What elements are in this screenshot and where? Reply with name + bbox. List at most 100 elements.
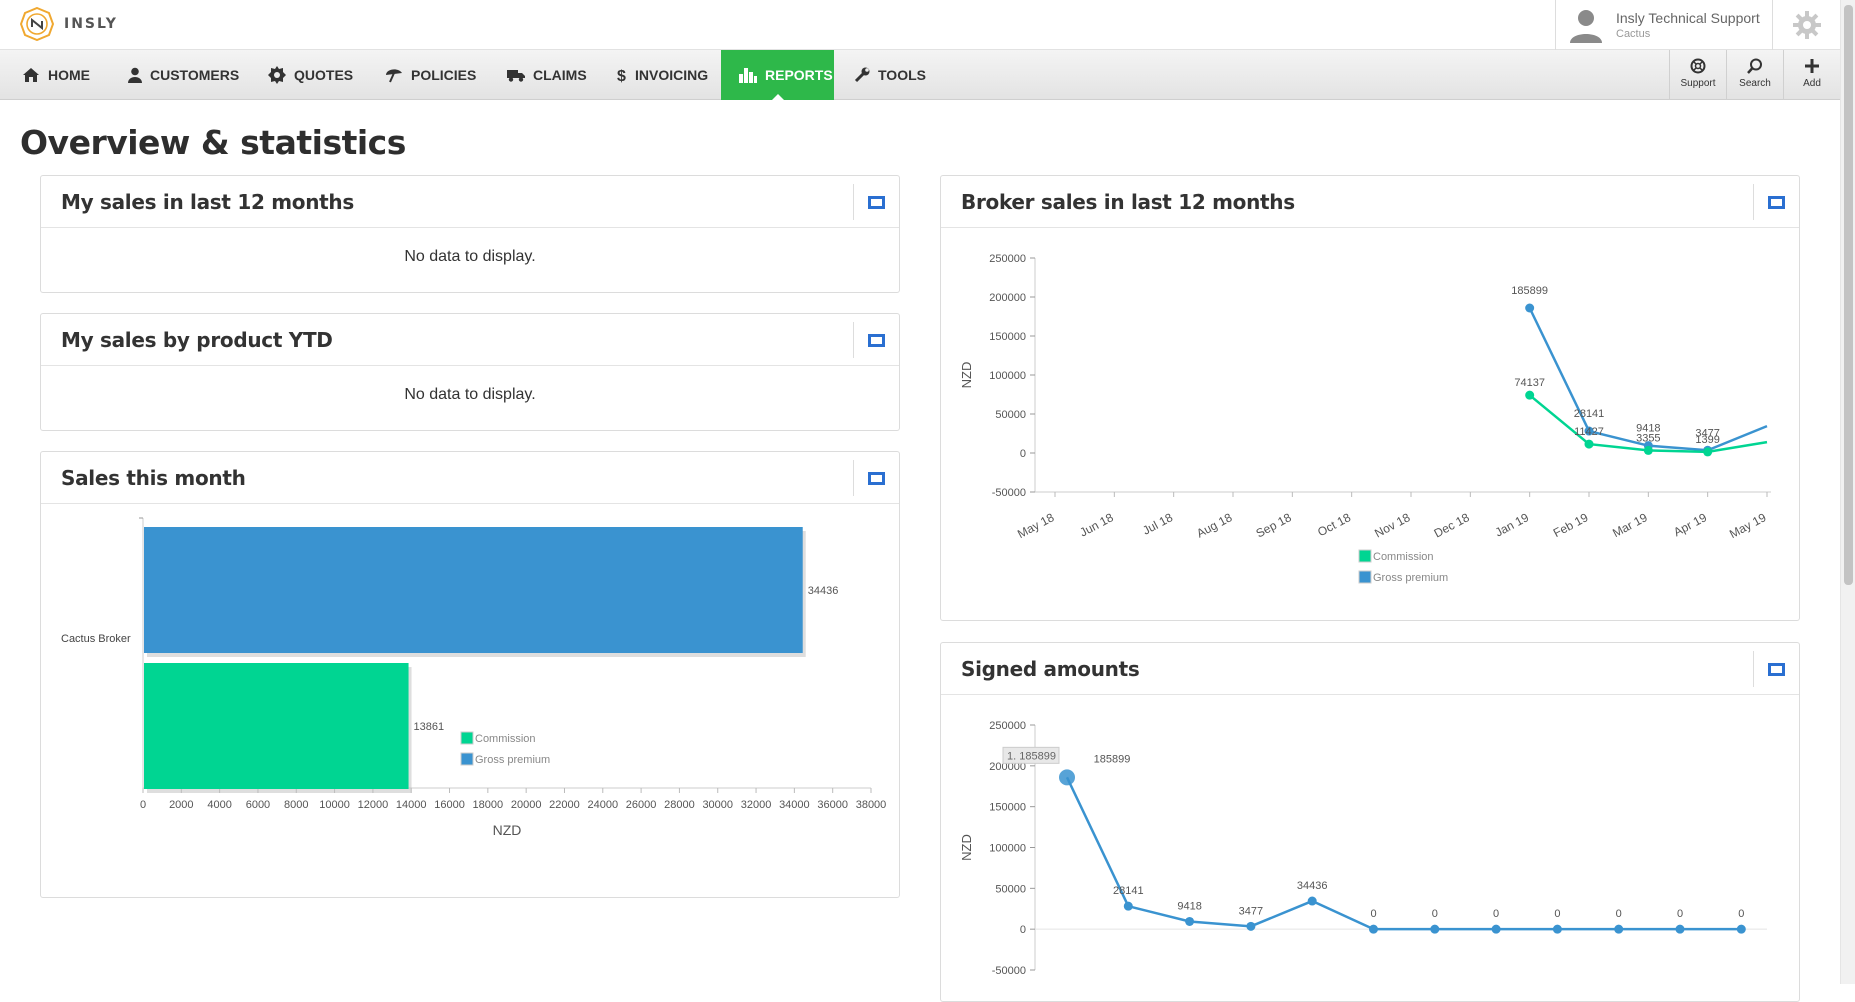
point-data-label: 28141 [1113,885,1144,897]
x-tick-label: Oct 18 [1315,510,1353,539]
y-tick-label: 150000 [989,802,1026,814]
point-data-label: 3477 [1695,427,1719,439]
umbrella-icon [386,69,402,83]
panel-sales-month: Sales this month 0 2000 4000 6000 8000 10000 1… [40,451,900,898]
nav-quotes-label: QUOTES [294,67,354,83]
y-tick-label: 100000 [989,843,1026,855]
no-data-message: No data to display. [404,248,536,265]
y-axis-title: NZD [959,834,974,861]
panel-signed: Signed amounts 250000 200000 150000 100000 5… [940,642,1800,1002]
avatar-icon [1570,10,1602,43]
scroll-thumb[interactable] [1844,5,1853,585]
point-data-label: 0 [1616,908,1622,920]
lifebuoy-icon [1690,58,1706,74]
point-data-label: 9418 [1636,423,1660,435]
page-scrollbar[interactable] [1840,0,1855,984]
legend-swatch [1358,570,1372,584]
data-point [1552,924,1562,934]
x-tick-label: 22000 [549,799,580,811]
x-tick-label: 14000 [396,799,427,811]
x-tick-label: Jul 18 [1140,510,1175,538]
nav-customers[interactable]: CUSTOMERS [128,50,239,100]
panel-toggle-button[interactable] [853,322,899,358]
point-data-label: 9418 [1177,900,1201,912]
point-data-label: 34436 [1297,880,1328,892]
x-tick-label: 16000 [434,799,465,811]
point-data-label: 0 [1432,908,1438,920]
search-label: Search [1739,78,1771,89]
brand-logo[interactable]: INSLY [20,7,118,41]
y-tick-label: 50000 [995,883,1026,895]
x-tick-label: Mar 19 [1610,510,1650,540]
y-tick-label: 200000 [989,292,1026,304]
x-axis-title: NZD [493,822,522,838]
panel-toggle-button[interactable] [853,460,899,496]
panel-header: My sales in last 12 months [41,176,899,228]
add-button[interactable]: Add [1783,50,1840,100]
y-tick-label: -50000 [992,965,1026,977]
panel-title: Sales this month [61,466,246,490]
x-tick-label: Nov 18 [1372,510,1412,540]
y-axis-title: NZD [959,362,974,389]
panel-header: Signed amounts [941,643,1799,695]
x-tick-label: 0 [140,799,146,811]
legend-label: Commission [475,733,536,745]
point-data-label: 74137 [1514,377,1545,389]
panel-toggle-button[interactable] [1753,184,1799,220]
data-point [1246,921,1256,931]
bar-chart-icon [739,67,757,83]
nav-reports[interactable]: REPORTS [721,50,834,101]
y-tick-label: 100000 [989,370,1026,382]
x-tick-label: Feb 19 [1551,510,1591,540]
y-tick-label: 250000 [989,720,1026,732]
active-caret [770,94,785,101]
logo-icon [20,7,54,41]
support-label: Support [1680,78,1716,89]
gear-icon[interactable] [1790,8,1824,42]
x-tick-label: 32000 [741,799,772,811]
x-tick-label: 4000 [207,799,231,811]
nav-home-label: HOME [48,67,90,83]
nav-tools[interactable]: TOOLS [854,50,926,100]
x-tick-label: 26000 [626,799,657,811]
main-nav: HOME CUSTOMERS QUOTES POLICIES CLAIMS $ … [0,50,1855,101]
dollar-icon: $ [617,68,626,83]
search-button[interactable]: Search [1726,50,1783,100]
y-tick-label: -50000 [992,487,1026,499]
nav-invoicing[interactable]: $ INVOICING [617,50,708,100]
x-tick-label: 24000 [587,799,618,811]
nav-policies[interactable]: POLICIES [385,50,476,100]
point-data-label: 0 [1493,908,1499,920]
nav-quotes[interactable]: QUOTES [268,50,353,100]
nav-tools-label: TOOLS [878,67,926,83]
user-org: Cactus [1616,28,1651,40]
nav-customers-label: CUSTOMERS [150,67,240,83]
bar-gross-premium [144,527,803,653]
badge-icon [268,66,286,84]
panel-header: Broker sales in last 12 months [941,176,1799,228]
x-tick-label: 2000 [169,799,193,811]
legend-label: Gross premium [475,754,550,766]
x-tick-label: Apr 19 [1671,510,1709,539]
point-data-label: 185899 [1511,285,1548,297]
panel-toggle-button[interactable] [853,184,899,220]
panel-toggle-button[interactable] [1753,651,1799,687]
panel-title: My sales in last 12 months [61,190,354,214]
nav-home[interactable]: HOME [22,50,90,100]
y-tick-label: 250000 [989,253,1026,265]
nav-invoicing-label: INVOICING [635,67,709,83]
nav-claims[interactable]: CLAIMS [507,50,587,100]
x-tick-label: Sep 18 [1254,510,1294,540]
point-data-label: 0 [1738,908,1744,920]
window-icon [868,471,885,485]
user-menu[interactable]: Insly Technical Support Cactus [1555,0,1773,50]
bar-commission [144,663,409,789]
data-point [1675,924,1685,934]
data-point [1643,445,1653,455]
x-tick-label: 38000 [856,799,887,811]
nav-claims-label: CLAIMS [533,67,587,83]
point-data-label: 0 [1554,908,1560,920]
panel-header: Sales this month [41,452,899,504]
data-point [1307,896,1317,906]
support-button[interactable]: Support [1669,50,1726,100]
